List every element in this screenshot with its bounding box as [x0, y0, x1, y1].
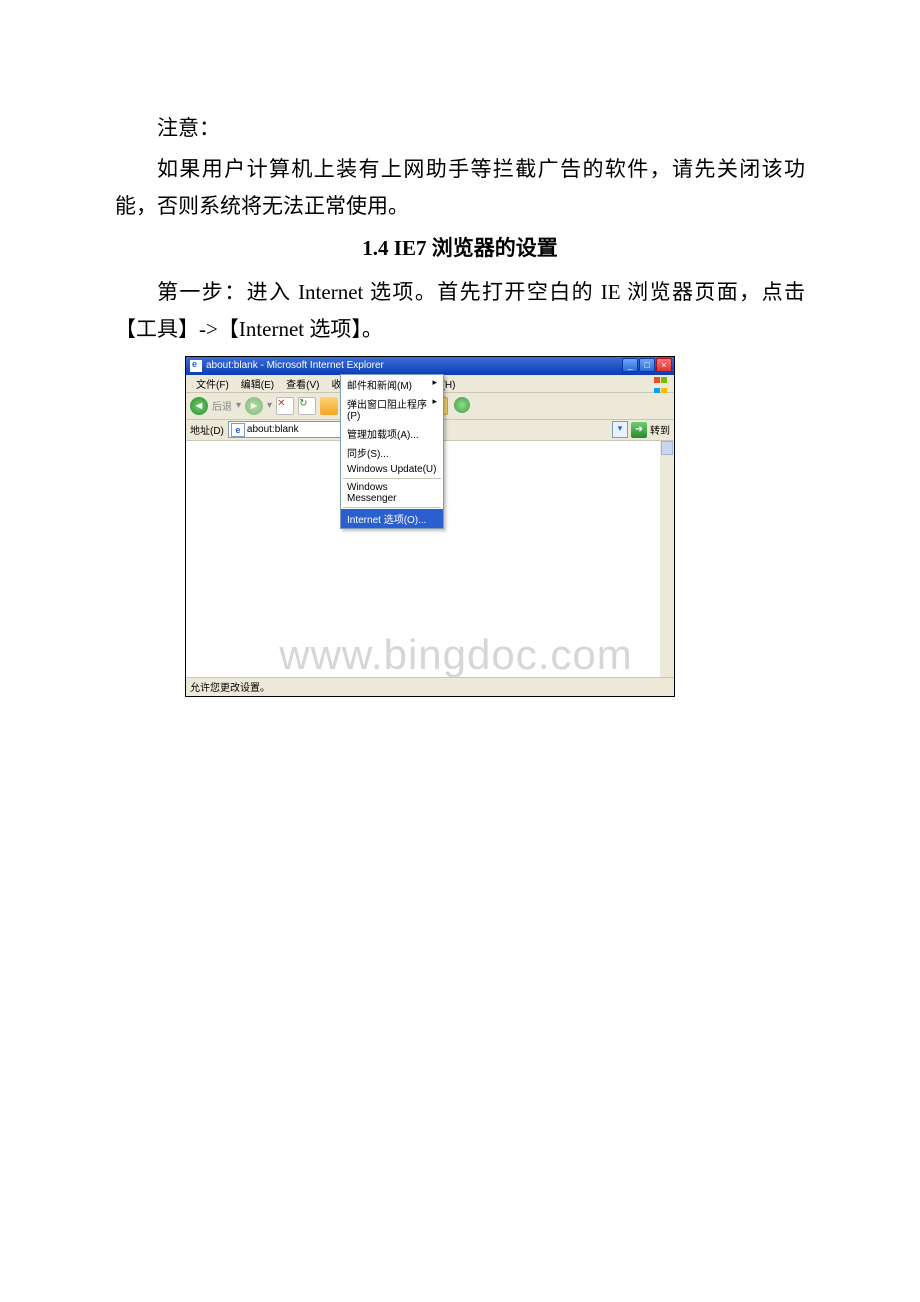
menu-separator — [343, 507, 441, 508]
go-label: 转到 — [650, 422, 670, 437]
menu-edit[interactable]: 编辑(E) — [235, 375, 280, 392]
back-button[interactable]: ◄ — [190, 397, 208, 415]
scrollbar-thumb[interactable] — [661, 441, 673, 455]
menu-sync[interactable]: 同步(S)... — [341, 443, 443, 462]
note-body: 如果用户计算机上装有上网助手等拦截广告的软件，请先关闭该功能，否则系统将无法正常… — [115, 151, 805, 225]
status-bar: 允许您更改设置。 — [186, 677, 674, 696]
forward-button[interactable]: ► — [245, 397, 263, 415]
ie-screenshot: about:blank - Microsoft Internet Explore… — [185, 356, 675, 697]
window-titlebar: about:blank - Microsoft Internet Explore… — [186, 357, 674, 375]
menu-internet-options[interactable]: Internet 选项(O)... — [341, 509, 443, 528]
menu-windows-update[interactable]: Windows Update(U) — [341, 462, 443, 477]
ie-icon: e — [231, 423, 245, 437]
menu-popup-blocker[interactable]: 弹出窗口阻止程序(P)▸ — [341, 394, 443, 424]
menu-separator — [343, 478, 441, 479]
address-input[interactable]: e about:blank — [228, 421, 346, 438]
tools-dropdown: 邮件和新闻(M)▸ 弹出窗口阻止程序(P)▸ 管理加载项(A)... 同步(S)… — [340, 374, 444, 529]
menu-mail-news[interactable]: 邮件和新闻(M)▸ — [341, 375, 443, 394]
back-label: 后退 — [212, 398, 232, 413]
ie-page-icon — [190, 360, 202, 372]
menu-windows-messenger[interactable]: Windows Messenger — [341, 480, 443, 506]
menu-manage-addons[interactable]: 管理加载项(A)... — [341, 424, 443, 443]
stop-button[interactable]: ✕ — [276, 397, 294, 415]
windows-logo-icon — [654, 376, 670, 390]
window-title: about:blank - Microsoft Internet Explore… — [206, 360, 384, 371]
step-1: 第一步：进入 Internet 选项。首先打开空白的 IE 浏览器页面，点击【工… — [115, 274, 805, 348]
menu-view[interactable]: 查看(V) — [280, 375, 325, 392]
address-dropdown[interactable]: ▾ — [612, 421, 628, 438]
messenger-icon[interactable] — [454, 397, 470, 413]
menu-file[interactable]: 文件(F) — [190, 375, 235, 392]
note-label: 注意： — [115, 110, 805, 147]
close-button[interactable]: × — [656, 358, 672, 372]
minimize-button[interactable]: _ — [622, 358, 638, 372]
maximize-button[interactable]: □ — [639, 358, 655, 372]
refresh-button[interactable]: ↻ — [298, 397, 316, 415]
address-value: about:blank — [247, 424, 299, 435]
home-button[interactable] — [320, 397, 338, 415]
address-label: 地址(D) — [190, 422, 224, 437]
section-heading: 1.4 IE7 浏览器的设置 — [115, 232, 805, 262]
scrollbar-track[interactable] — [660, 441, 674, 677]
go-button[interactable]: ➜ — [631, 422, 647, 438]
